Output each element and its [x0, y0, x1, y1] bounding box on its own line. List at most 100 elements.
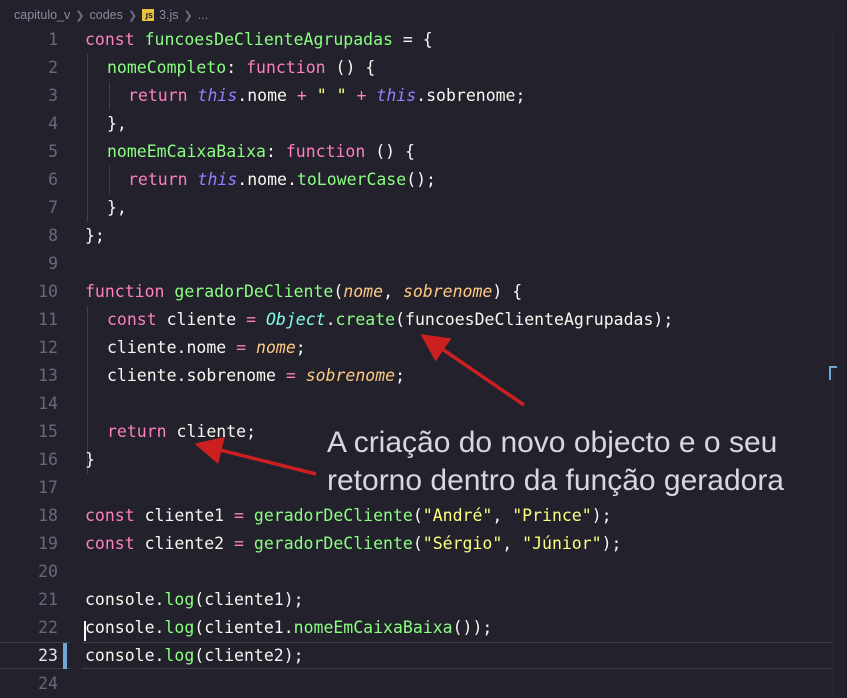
line-number: 12: [38, 338, 58, 357]
token-punctuation: (: [412, 506, 423, 525]
token-punctuation: );: [591, 506, 612, 525]
token-string: " ": [316, 86, 347, 105]
token-keyword: function: [246, 58, 326, 77]
vertical-scrollbar[interactable]: [833, 30, 847, 697]
line-number: 11: [38, 310, 58, 329]
token-property: nomeCompleto: [107, 58, 227, 77]
code-line: return this.nome + " " + this.sobrenome;: [128, 82, 525, 110]
line-number: 22: [38, 618, 58, 637]
line-number: 15: [38, 422, 58, 441]
scroll-position-marker[interactable]: [829, 366, 837, 380]
token-punctuation: ,: [383, 282, 403, 301]
annotation-line-1: A criação do novo objecto e o seu: [327, 426, 778, 459]
token-class: Object: [265, 310, 326, 329]
chevron-right-icon: ❯: [127, 9, 138, 22]
token-string: "André": [422, 506, 493, 525]
token-method: nomeEmCaixaBaixa: [293, 618, 453, 637]
breadcrumb-folder-codes[interactable]: codes: [90, 8, 123, 22]
token-punctuation: () {: [325, 58, 376, 77]
token-punctuation: },: [107, 198, 127, 217]
token-param: sobrenome: [305, 366, 396, 385]
breadcrumb-symbols[interactable]: ...: [198, 8, 208, 22]
line-number: 4: [48, 114, 58, 133]
token-punctuation: ,: [492, 506, 513, 525]
annotation-line-2: retorno dentro da função geradora: [327, 464, 784, 497]
token-punctuation: :: [265, 142, 286, 161]
line-number: 9: [48, 254, 58, 273]
chevron-right-icon: ❯: [183, 9, 193, 22]
code-line: nomeCompleto: function () {: [107, 54, 375, 82]
code-line: const cliente1 = geradorDeCliente("André…: [85, 502, 612, 530]
code-line: console.log(cliente1);: [85, 586, 304, 614]
line-number: 2: [48, 58, 58, 77]
token-param: sobrenome: [402, 282, 493, 301]
token-method: log: [164, 646, 195, 665]
token-param: nome: [343, 282, 384, 301]
code-line: },: [107, 110, 127, 138]
token-function-name: geradorDeCliente: [174, 282, 334, 301]
code-line: return cliente;: [107, 418, 256, 446]
token-property: nomeEmCaixaBaixa: [107, 142, 266, 161]
modified-line-indicator: [63, 643, 67, 669]
token-function-call: geradorDeCliente: [253, 506, 413, 525]
token-punctuation: (: [333, 282, 344, 301]
token-method: log: [164, 618, 195, 637]
breadcrumb-folder-capitulo[interactable]: capitulo_v: [14, 8, 70, 22]
token-method: toLowerCase: [296, 170, 407, 189]
token-operator: =: [285, 366, 296, 385]
code-line: const funcoesDeClienteAgrupadas = {: [85, 26, 433, 54]
token-operator: =: [234, 506, 244, 525]
code-line: return this.nome.toLowerCase();: [128, 166, 436, 194]
indent-guide: [109, 82, 110, 110]
token-keyword: function: [285, 142, 366, 161]
token-identifier: (cliente2);: [194, 646, 304, 665]
token-operator: =: [246, 310, 257, 329]
breadcrumb-file[interactable]: 3.js: [159, 8, 178, 22]
line-number: 7: [48, 198, 58, 217]
token-keyword: const: [107, 310, 157, 329]
token-punctuation: );: [601, 534, 622, 553]
token-identifier: console.: [85, 646, 165, 665]
token-identifier: (cliente1);: [194, 590, 304, 609]
code-line: }: [85, 446, 95, 474]
indent-guide: [87, 54, 88, 222]
code-line: cliente.sobrenome = sobrenome;: [107, 362, 405, 390]
indent-guide: [109, 166, 110, 194]
token-punctuation: .: [325, 310, 336, 329]
token-identifier: cliente.sobrenome: [107, 366, 286, 385]
code-line: nomeEmCaixaBaixa: function () {: [107, 138, 415, 166]
line-number: 17: [38, 478, 58, 497]
line-number: 14: [38, 394, 58, 413]
token-punctuation: ;: [295, 338, 306, 357]
token-punctuation: ) {: [492, 282, 523, 301]
token-operator: +: [356, 86, 367, 105]
token-property: .sobrenome;: [416, 86, 526, 105]
line-number: 24: [38, 674, 58, 693]
chevron-right-icon: ❯: [75, 9, 85, 22]
code-editor[interactable]: 1 2 3 4 5 6 7 8 9 10 11 12 13 14 15 16 1…: [0, 26, 847, 697]
token-punctuation: ());: [452, 618, 493, 637]
token-punctuation: ();: [406, 170, 436, 189]
line-number: 21: [38, 590, 58, 609]
token-operator: =: [234, 534, 244, 553]
token-this: this: [197, 86, 238, 105]
token-property: .nome: [237, 86, 297, 105]
token-operator: +: [296, 86, 307, 105]
code-line: },: [107, 194, 127, 222]
line-number: 18: [38, 506, 58, 525]
token-identifier: console.: [85, 590, 165, 609]
token-method: log: [164, 590, 195, 609]
token-keyword: const: [85, 30, 135, 49]
token-identifier: cliente;: [166, 422, 257, 441]
code-line: console.log(cliente1.nomeEmCaixaBaixa())…: [85, 614, 492, 642]
token-string: "Júnior": [522, 534, 602, 553]
